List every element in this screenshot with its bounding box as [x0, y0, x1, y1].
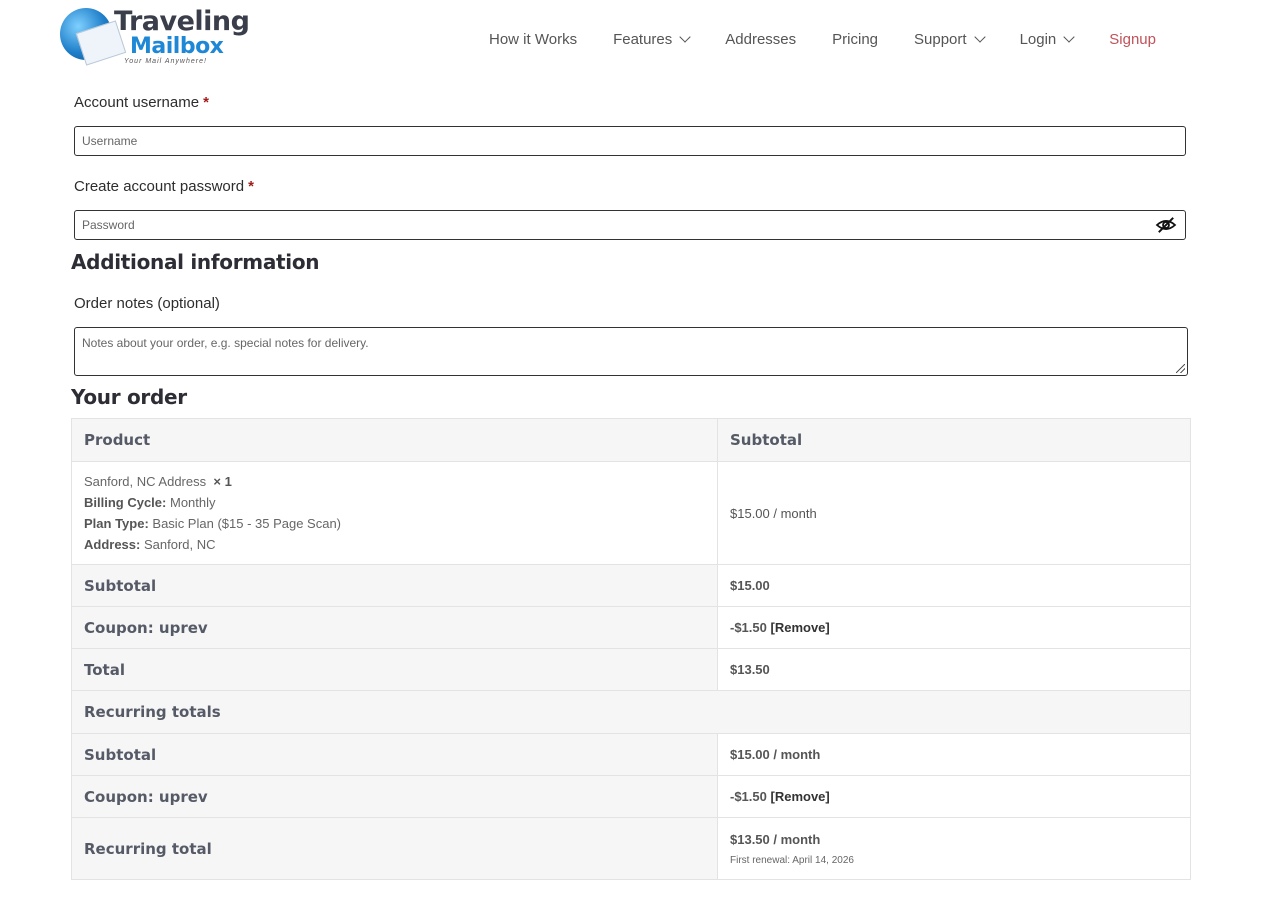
- order-notes-textarea[interactable]: [75, 328, 1172, 376]
- recurring-total-label: Recurring total: [71, 817, 718, 880]
- order-notes-field: [74, 327, 1188, 376]
- address-label: Address:: [84, 537, 141, 552]
- subtotal-label: Subtotal: [71, 564, 718, 607]
- recurring-total-cell: $13.50 / month First renewal: April 14, …: [717, 817, 1191, 880]
- nav-how-it-works[interactable]: How it Works: [489, 31, 577, 48]
- required-marker: *: [203, 94, 209, 111]
- col-subtotal-header: Subtotal: [717, 418, 1191, 462]
- nav-login[interactable]: Login: [1019, 31, 1075, 48]
- eye-slash-icon[interactable]: [1155, 216, 1177, 234]
- resize-handle-icon[interactable]: [1176, 364, 1185, 373]
- plan-type-line: Plan Type: Basic Plan ($15 - 35 Page Sca…: [84, 513, 705, 534]
- table-header-row: Product Subtotal: [71, 418, 1191, 462]
- password-label: Create account password *: [74, 178, 254, 195]
- table-row-recurring-subtotal: Subtotal $15.00 / month: [71, 733, 1191, 776]
- nav-signup[interactable]: Signup: [1109, 31, 1156, 48]
- table-row-recurring-total: Recurring total $13.50 / month First ren…: [71, 817, 1191, 880]
- remove-recurring-coupon-link[interactable]: [Remove]: [771, 789, 830, 804]
- logo-tagline: Your Mail Anywhere!: [124, 58, 207, 65]
- recurring-totals-heading: Recurring totals: [71, 690, 1191, 734]
- nav-features[interactable]: Features: [613, 31, 691, 48]
- username-label-text: Account username: [74, 94, 200, 111]
- product-quantity: × 1: [213, 474, 232, 489]
- product-price: $15.00 / month: [717, 461, 1191, 565]
- logo-text-line1: Traveling: [114, 6, 250, 37]
- table-row-subtotal: Subtotal $15.00: [71, 564, 1191, 607]
- traveling-mailbox-logo[interactable]: Traveling Mailbox Your Mail Anywhere!: [58, 4, 258, 76]
- nav-pricing[interactable]: Pricing: [832, 31, 878, 48]
- nav-signup-label: Signup: [1109, 31, 1156, 48]
- coupon-value: -$1.50: [730, 620, 767, 635]
- first-renewal-date: First renewal: April 14, 2026: [730, 854, 854, 866]
- nav-how-label: How it Works: [489, 31, 578, 48]
- site-header: Traveling Mailbox Your Mail Anywhere! Ho…: [0, 0, 1287, 80]
- main-nav: How it Works Features Addresses Pricing …: [489, 31, 1156, 48]
- plan-type-value: Basic Plan ($15 - 35 Page Scan): [152, 516, 342, 531]
- nav-support-label: Support: [914, 31, 967, 48]
- table-row-recurring-coupon: Coupon: uprev -$1.50 [Remove]: [71, 775, 1191, 818]
- order-table: Product Subtotal Sanford, NC Address × 1…: [71, 418, 1191, 880]
- password-field: [74, 210, 1186, 240]
- logo-text-line2: Mailbox: [130, 34, 224, 59]
- recurring-coupon-cell: -$1.50 [Remove]: [717, 775, 1191, 818]
- coupon-label: Coupon: uprev: [71, 606, 718, 649]
- billing-cycle-label: Billing Cycle:: [84, 495, 167, 510]
- required-marker: *: [248, 178, 254, 195]
- address-value: Sanford, NC: [143, 537, 216, 552]
- recurring-subtotal-label: Subtotal: [71, 733, 718, 776]
- recurring-total-value: $13.50 / month: [730, 831, 821, 847]
- chevron-down-icon: [679, 31, 691, 43]
- nav-login-label: Login: [1019, 31, 1057, 48]
- product-details: Sanford, NC Address × 1 Billing Cycle: M…: [71, 461, 718, 565]
- chevron-down-icon: [1063, 31, 1075, 43]
- total-value: $13.50: [717, 648, 1191, 691]
- billing-cycle-value: Monthly: [169, 495, 216, 510]
- password-input[interactable]: [75, 211, 1142, 239]
- chevron-down-icon: [973, 31, 986, 43]
- order-notes-label: Order notes (optional): [74, 295, 220, 312]
- nav-pricing-label: Pricing: [832, 31, 879, 48]
- coupon-cell: -$1.50 [Remove]: [717, 606, 1191, 649]
- additional-info-heading: Additional information: [71, 250, 320, 274]
- your-order-heading: Your order: [71, 385, 187, 409]
- address-line: Address: Sanford, NC: [84, 534, 705, 555]
- nav-addresses[interactable]: Addresses: [725, 31, 796, 48]
- col-product-header: Product: [71, 418, 718, 462]
- nav-features-label: Features: [613, 31, 673, 48]
- table-row-recurring-heading: Recurring totals: [71, 690, 1191, 734]
- nav-support[interactable]: Support: [914, 31, 986, 48]
- product-name: Sanford, NC Address: [84, 474, 207, 489]
- nav-addresses-label: Addresses: [725, 31, 797, 48]
- plan-type-label: Plan Type:: [84, 516, 149, 531]
- username-label: Account username *: [74, 94, 209, 111]
- table-row-total: Total $13.50: [71, 648, 1191, 691]
- table-row-product: Sanford, NC Address × 1 Billing Cycle: M…: [71, 461, 1191, 565]
- recurring-subtotal-value: $15.00 / month: [717, 733, 1191, 776]
- total-label: Total: [71, 648, 718, 691]
- recurring-coupon-value: -$1.50: [730, 789, 767, 804]
- password-label-text: Create account password: [74, 178, 245, 195]
- username-input[interactable]: [75, 127, 1142, 155]
- recurring-coupon-label: Coupon: uprev: [71, 775, 718, 818]
- product-name-line: Sanford, NC Address × 1: [84, 471, 705, 492]
- billing-cycle-line: Billing Cycle: Monthly: [84, 492, 705, 513]
- username-field: [74, 126, 1186, 156]
- table-row-coupon: Coupon: uprev -$1.50 [Remove]: [71, 606, 1191, 649]
- remove-coupon-link[interactable]: [Remove]: [771, 620, 830, 635]
- subtotal-value: $15.00: [717, 564, 1191, 607]
